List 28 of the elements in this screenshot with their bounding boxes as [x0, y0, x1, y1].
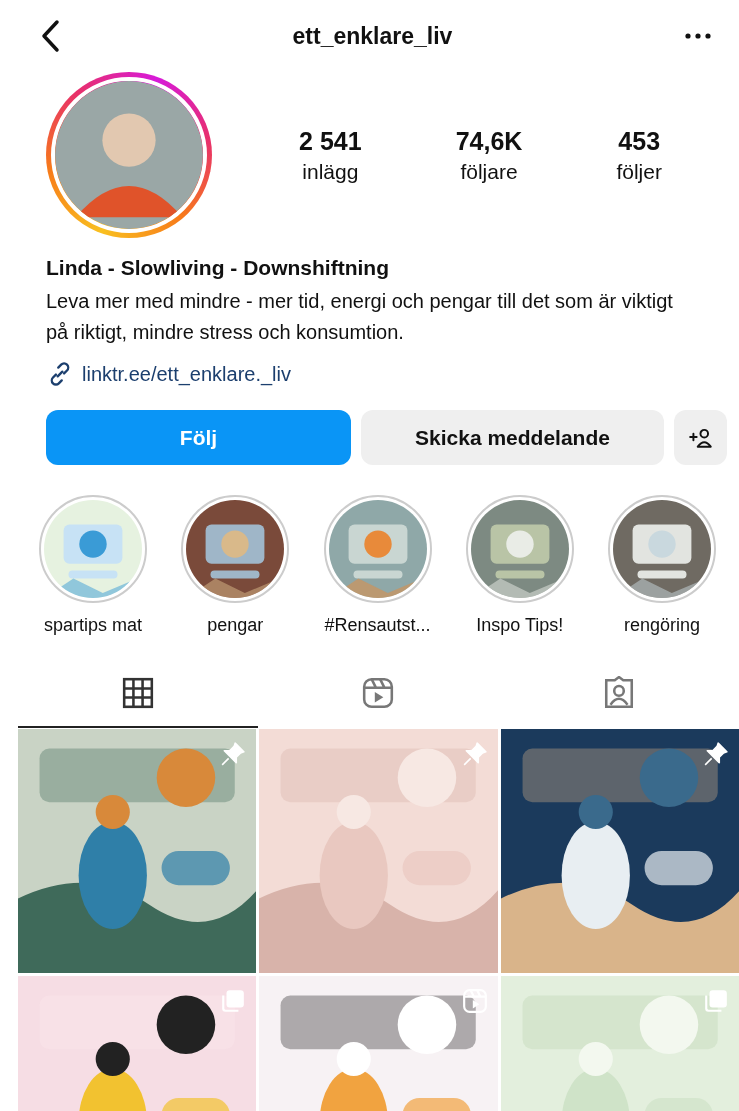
highlight-label[interactable]: pengar	[207, 615, 264, 636]
add-person-button[interactable]	[674, 410, 727, 465]
message-button[interactable]: Skicka meddelande	[361, 410, 664, 465]
stat-count: 453	[618, 126, 661, 156]
username-title: ett_enklare_liv	[292, 22, 453, 50]
more-icon[interactable]	[685, 33, 711, 39]
highlight-label[interactable]: #Rensautst...	[324, 615, 431, 636]
stat-label: följer	[616, 159, 662, 184]
pin-icon	[703, 741, 729, 767]
highlight-label[interactable]: rengöring	[623, 615, 701, 636]
reel-icon	[461, 988, 488, 1014]
back-icon[interactable]	[40, 19, 60, 53]
profile-name: Linda - Slowliving - Downshiftning	[46, 256, 390, 280]
highlight-label[interactable]: Inspo Tips!	[476, 615, 564, 636]
highlight-label[interactable]: spartips mat	[43, 615, 142, 636]
stat-count: 74,6K	[455, 126, 523, 156]
add-person-icon	[687, 426, 714, 449]
stat-label: inlägg	[302, 159, 359, 184]
pin-icon	[220, 741, 247, 767]
grid-icon	[121, 676, 156, 710]
carousel-icon	[703, 988, 729, 1014]
reels-icon	[361, 676, 396, 710]
stat-count: 2 541	[299, 126, 362, 156]
carousel-icon	[220, 988, 247, 1014]
bio-text: Leva mer med mindre - mer tid, energi och pengar till det som är viktigt på riktigt, mindre stress och konsumtion.	[46, 289, 674, 345]
pin-icon	[461, 741, 488, 767]
stat-label: följare	[460, 159, 518, 184]
profile-link[interactable]: linktr.ee/ett_enklare._liv	[82, 362, 291, 386]
